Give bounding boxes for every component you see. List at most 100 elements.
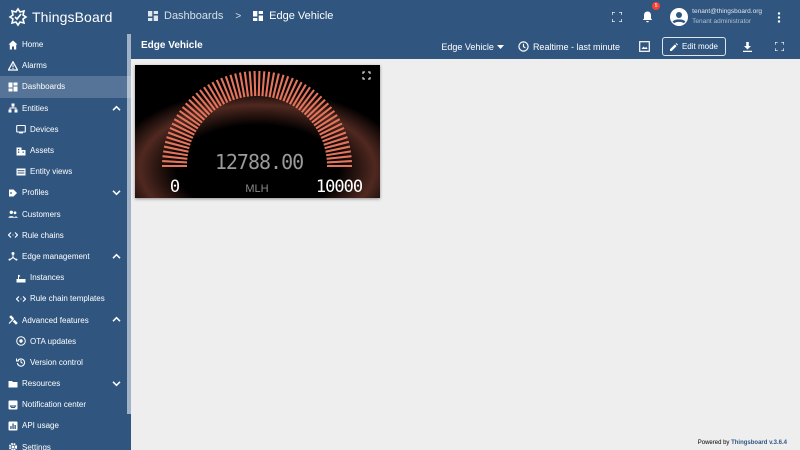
notification-badge: 5 — [652, 2, 661, 10]
advanced-icon — [8, 315, 18, 325]
sidebar-item-label: OTA updates — [30, 336, 77, 346]
chevron-up-icon[interactable] — [112, 104, 121, 113]
powered-by-label: Powered by — [697, 440, 732, 446]
sidebar-item-ota-updates[interactable]: OTA updates — [0, 331, 131, 352]
gauge-widget[interactable]: 12788.00 MLH 0 10000 — [135, 65, 380, 198]
footer-brand-link[interactable]: Thingsboard v.3.6.4 — [731, 440, 787, 446]
digital-gauge: 12788.00 MLH 0 10000 — [135, 65, 380, 198]
fullscreen-icon — [774, 42, 784, 51]
resources-icon — [8, 379, 18, 389]
chevron-down-icon[interactable] — [112, 188, 121, 197]
notification-center-icon — [8, 400, 18, 410]
sidebar-item-customers[interactable]: Customers — [0, 204, 131, 225]
account-circle-icon — [670, 8, 689, 26]
sidebar-item-rule-chain-templates[interactable]: Rule chain templates — [0, 288, 131, 309]
api-usage-icon — [8, 421, 18, 431]
profiles-icon — [8, 188, 18, 198]
sidebar-item-label: Resources — [22, 379, 61, 389]
sidebar-item-resources[interactable]: Resources — [0, 373, 131, 394]
sidebar-item-notification-center[interactable]: Notification center — [0, 394, 131, 415]
clock-icon — [518, 41, 529, 52]
sidebar-item-profiles[interactable]: Profiles — [0, 182, 131, 203]
sidebar-item-label: Alarms — [22, 61, 47, 71]
instances-icon — [16, 273, 26, 283]
sidebar-item-assets[interactable]: Assets — [0, 140, 131, 161]
dashboard-icon — [8, 82, 18, 92]
logo-text: ThingsBoard — [32, 9, 113, 25]
sidebar-item-label: Entities — [22, 103, 49, 113]
breadcrumb-label: Edge Vehicle — [269, 10, 334, 22]
rule-chains-icon — [16, 294, 26, 304]
dashboard-icon — [253, 11, 264, 21]
user-menu[interactable]: tenant@thingsboard.org Tenant administra… — [670, 7, 762, 27]
sidebar-item-rule-chains[interactable]: Rule chains — [0, 225, 131, 246]
rule-chains-icon — [8, 230, 18, 240]
edit-mode-label: Edit mode — [681, 42, 718, 51]
sidebar-item-label: Devices — [30, 124, 59, 134]
breadcrumb-edge-vehicle: Edge Vehicle — [253, 10, 333, 22]
state-select-label: Edge Vehicle — [441, 41, 494, 52]
breadcrumb-label: Dashboards — [164, 10, 224, 22]
sidebar-item-version-control[interactable]: Version control — [0, 352, 131, 373]
pencil-icon — [669, 42, 678, 51]
breadcrumb-dashboards[interactable]: Dashboards — [148, 10, 223, 22]
sidebar-item-instances[interactable]: Instances — [0, 267, 131, 288]
entity-views-icon — [16, 167, 26, 177]
gauge-tick — [253, 71, 257, 97]
sidebar-item-entity-views[interactable]: Entity views — [0, 161, 131, 182]
gauge-tick — [162, 160, 188, 164]
notifications-button[interactable]: 5 — [636, 2, 661, 28]
more-vert-icon — [777, 11, 781, 23]
sidebar-item-advanced-features[interactable]: Advanced features — [0, 309, 131, 330]
sidebar-item-label: API usage — [22, 421, 59, 431]
sidebar-item-api-usage[interactable]: API usage — [0, 415, 131, 436]
sidebar-item-home[interactable]: Home — [0, 34, 131, 55]
sidebar-item-label: Assets — [30, 146, 55, 156]
sidebar-item-label: Instances — [30, 273, 65, 283]
sidebar-item-dashboards[interactable]: Dashboards — [0, 76, 131, 98]
gauge-tick — [326, 160, 352, 164]
chevron-up-icon[interactable] — [112, 252, 121, 261]
timewindow-button[interactable]: Realtime - last minute — [518, 41, 620, 52]
gauge-value: 12788.00 — [215, 150, 303, 174]
home-icon — [8, 40, 18, 50]
chevron-down-icon[interactable] — [112, 379, 121, 388]
sidebar-item-label: Notification center — [22, 400, 87, 410]
state-select[interactable]: Edge Vehicle — [441, 42, 504, 52]
dashboard-icon — [148, 11, 158, 21]
dashboard-fullscreen-button[interactable] — [768, 36, 790, 58]
fullscreen-icon — [612, 12, 623, 22]
sidebar-item-label: Advanced features — [22, 315, 89, 325]
edit-mode-button[interactable]: Edit mode — [661, 37, 726, 56]
entities-toggle-button[interactable] — [634, 36, 656, 58]
sidebar-item-label: Home — [22, 40, 44, 50]
chevron-right-icon: > — [235, 10, 242, 22]
devices-icon — [16, 124, 26, 134]
more-menu-button[interactable] — [768, 6, 790, 28]
sidebar-item-devices[interactable]: Devices — [0, 119, 131, 140]
chevron-up-icon[interactable] — [112, 315, 121, 324]
top-bar: ThingsBoard Dashboards > Edge Vehicle 5 … — [0, 0, 800, 34]
sidebar-item-settings[interactable]: Settings — [0, 437, 131, 450]
sidebar-item-edge-management[interactable]: Edge management — [0, 246, 131, 267]
ota-icon — [16, 336, 26, 347]
gauge-tick — [257, 71, 261, 97]
settings-icon — [8, 442, 18, 450]
top-right-actions: 5 tenant@thingsboard.org Tenant administ… — [606, 0, 800, 34]
sidebar: Home Alarms Dashboards Entities Devices Asset… — [0, 34, 131, 450]
dashboard-canvas: 12788.00 MLH 0 10000 Powered by Thingsbo… — [131, 59, 800, 450]
customers-icon — [8, 209, 18, 219]
fullscreen-button[interactable] — [606, 6, 628, 28]
filter-image-icon — [639, 41, 651, 52]
sidebar-item-label: Rule chain templates — [30, 294, 105, 304]
sidebar-menu: Home Alarms Dashboards Entities Devices Asset… — [0, 34, 131, 450]
export-button[interactable] — [736, 36, 758, 58]
logo[interactable]: ThingsBoard — [8, 7, 112, 27]
sidebar-item-alarms[interactable]: Alarms — [0, 55, 131, 76]
sidebar-item-label: Version control — [30, 357, 83, 367]
sidebar-item-label: Rule chains — [22, 230, 64, 240]
sidebar-item-entities[interactable]: Entities — [0, 98, 131, 119]
sidebar-item-label: Settings — [22, 442, 51, 450]
version-control-icon — [16, 357, 26, 368]
download-icon — [742, 41, 752, 52]
